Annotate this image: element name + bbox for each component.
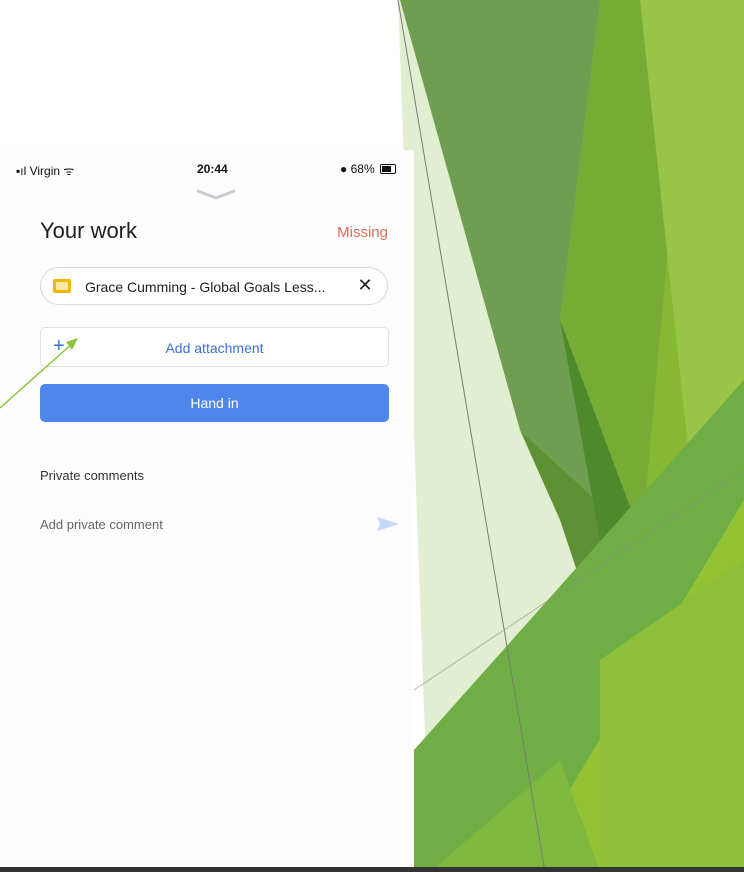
add-attachment-button[interactable]: + Add attachment	[40, 327, 389, 367]
add-attachment-label: Add attachment	[165, 340, 264, 356]
alarm-icon: ●	[340, 162, 348, 176]
wifi-icon: ᯤ	[63, 164, 75, 178]
attachment-name[interactable]: Grace Cumming - Global Goals Less...	[85, 279, 325, 295]
private-comments-heading: Private comments	[40, 468, 145, 483]
send-icon[interactable]	[376, 516, 400, 532]
signal-icon: ▪ıl	[16, 164, 30, 178]
sheet-handle-icon[interactable]	[196, 188, 236, 202]
bottom-border	[0, 867, 744, 872]
slides-icon	[53, 279, 71, 293]
battery-icon	[379, 164, 396, 174]
battery-status: ● 68%	[340, 162, 396, 176]
status-bar: ▪ıl Virgin ᯤ 20:44 ● 68%	[0, 162, 414, 180]
attachment-chip[interactable]: Grace Cumming - Global Goals Less... ✕	[40, 267, 388, 305]
your-work-title: Your work	[40, 218, 138, 243]
remove-attachment-button[interactable]: ✕	[355, 275, 375, 296]
hand-in-button[interactable]: Hand in	[40, 384, 389, 422]
phone-screen: ▪ıl Virgin ᯤ 20:44 ● 68% Your work Missi…	[0, 150, 414, 866]
missing-status-badge: Missing	[337, 224, 388, 241]
private-comment-input[interactable]: Add private comment	[40, 517, 163, 532]
clock: 20:44	[197, 162, 228, 176]
battery-percent: 68%	[350, 162, 375, 176]
carrier-label: Virgin	[29, 164, 61, 178]
carrier: ▪ıl Virgin ᯤ	[16, 162, 74, 179]
